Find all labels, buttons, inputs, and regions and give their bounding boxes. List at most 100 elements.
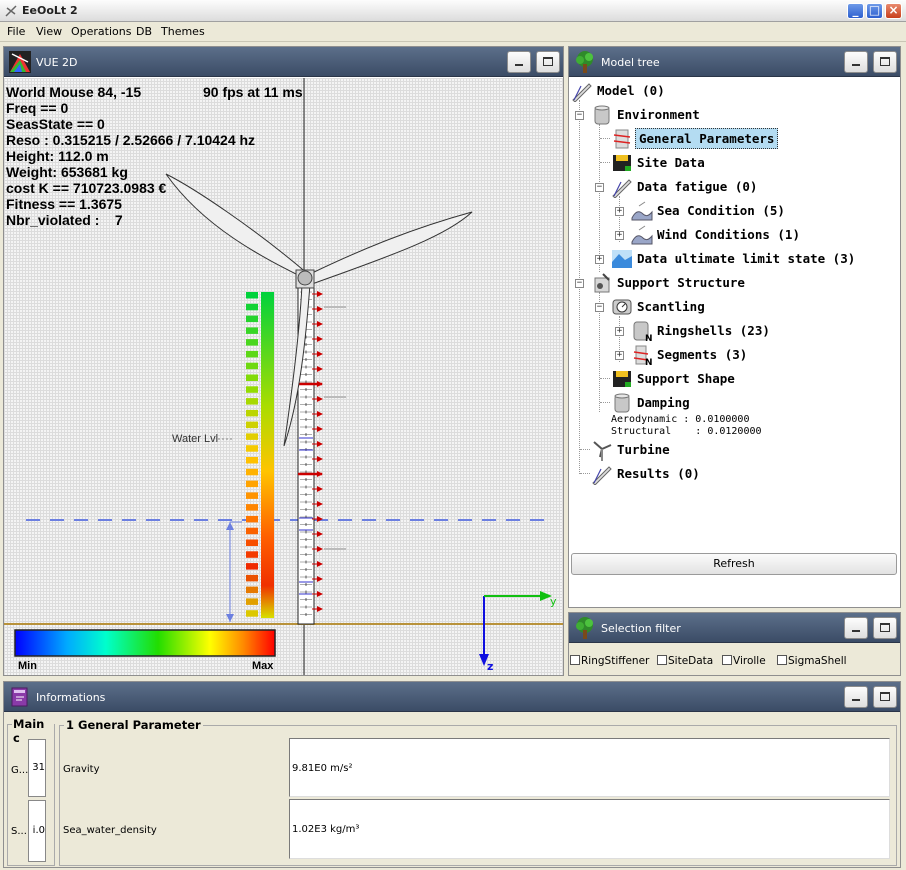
colorbar-cell xyxy=(246,598,258,605)
sea-landscape-icon xyxy=(612,250,632,268)
informations-title: Informations xyxy=(36,691,106,704)
main-row-label: S... xyxy=(11,826,27,837)
colorbar-cell xyxy=(246,292,258,299)
app-icon xyxy=(5,5,17,17)
maximize-button[interactable]: □ xyxy=(866,3,883,19)
damping-structural: Structural : 0.0120000 xyxy=(611,426,762,437)
colorbar-cell xyxy=(246,551,258,558)
expander-support-structure[interactable]: − xyxy=(575,279,584,288)
menu-view[interactable]: View xyxy=(36,25,62,38)
selection-filter-panel: Selection filter RingStiffener SiteData … xyxy=(568,612,901,676)
load-arrows xyxy=(312,291,346,612)
load-arrow-head xyxy=(317,591,323,597)
ruler-icon xyxy=(572,83,592,102)
colorbar-cell xyxy=(246,610,258,617)
tower-annotation xyxy=(324,306,346,308)
load-arrow-head xyxy=(317,306,323,312)
load-arrow-head xyxy=(317,471,323,477)
expander-wind-conditions[interactable]: + xyxy=(615,231,624,240)
refresh-button[interactable]: Refresh xyxy=(571,553,897,575)
model-tree-header: Model tree xyxy=(569,47,900,77)
tree-maximize-button[interactable] xyxy=(873,51,897,73)
wave-icon xyxy=(631,225,653,245)
general-parameter-group: 1 General Parameter Gravity 9.81E0 m/s² … xyxy=(59,718,897,866)
colorbar-cell xyxy=(246,303,258,311)
turbine-icon xyxy=(593,441,612,461)
load-arrow-head xyxy=(317,336,323,342)
selection-filter-header: Selection filter xyxy=(569,613,900,643)
hub xyxy=(297,270,313,286)
menu-themes[interactable]: Themes xyxy=(161,25,205,38)
svg-text:N: N xyxy=(645,358,653,366)
tools-icon xyxy=(594,273,610,293)
axis-z-label: z xyxy=(487,660,493,673)
water-level-label: Water Lvl xyxy=(172,433,218,445)
minimize-button[interactable]: _ xyxy=(847,3,864,19)
load-arrow-head xyxy=(317,381,323,387)
view2d-canvas[interactable]: World Mouse 84, -15 90 fps at 11 ms Freq… xyxy=(4,78,563,675)
param-sea-water-density-value[interactable]: 1.02E3 kg/m³ xyxy=(289,799,890,859)
menu-bar: File View Operations DB Themes xyxy=(0,22,906,42)
menu-db[interactable]: DB xyxy=(136,25,152,38)
info-maximize-button[interactable] xyxy=(873,686,897,708)
general-parameter-group-title: 1 General Parameter xyxy=(64,718,203,732)
filter-sigmashell-checkbox[interactable]: SigmaShell xyxy=(777,655,847,667)
view2d-minimize-button[interactable] xyxy=(507,51,531,73)
turbine-drawing: y z Water Lvl Min Max xyxy=(4,78,563,675)
view2d-header: VUE 2D xyxy=(4,47,563,77)
load-arrow-head xyxy=(317,291,323,297)
view2d-maximize-button[interactable] xyxy=(536,51,560,73)
colorbar-cell xyxy=(246,504,258,511)
view2d-icon xyxy=(9,51,31,73)
expander-scantling[interactable]: − xyxy=(595,303,604,312)
expander-ringshells[interactable]: + xyxy=(615,327,624,336)
filter-maximize-button[interactable] xyxy=(873,617,897,639)
menu-file[interactable]: File xyxy=(7,25,25,38)
colorbar-cell xyxy=(246,315,258,323)
cylinder-icon xyxy=(614,393,630,413)
param-gravity-label: Gravity xyxy=(63,764,100,775)
view2d-panel: VUE 2D World Mouse 84, -15 90 fps at 11 … xyxy=(3,46,564,676)
load-arrow-head xyxy=(317,606,323,612)
main-row-label: G... xyxy=(11,765,29,776)
blade-2 xyxy=(309,211,473,285)
filter-ringstiffener-checkbox[interactable]: RingStiffener xyxy=(570,655,649,667)
expander-data-fatigue[interactable]: − xyxy=(595,183,604,192)
ringshell-icon xyxy=(613,129,631,149)
wave-icon xyxy=(631,201,653,221)
filter-minimize-button[interactable] xyxy=(844,617,868,639)
filter-sitedata-checkbox[interactable]: SiteData xyxy=(657,655,713,667)
load-arrow-head xyxy=(317,396,323,402)
info-minimize-button[interactable] xyxy=(844,686,868,708)
close-button[interactable]: × xyxy=(885,3,902,19)
tree-icon xyxy=(576,51,593,73)
colorbar-cell xyxy=(246,527,258,535)
main-group: Main c G... 31 S... i.0 xyxy=(7,717,55,866)
legend-min-label: Min xyxy=(18,660,37,672)
damping-aerodynamic: Aerodynamic : 0.0100000 xyxy=(611,414,750,425)
gauge-icon xyxy=(612,299,632,315)
main-row-value-field[interactable]: i.0 xyxy=(28,800,46,862)
title-bar: EeOoLt 2 _ □ × xyxy=(0,0,906,22)
colorbar-cell xyxy=(246,586,258,594)
ruler-icon xyxy=(592,466,612,485)
colorbar-cell xyxy=(246,433,258,440)
expander-environment[interactable]: − xyxy=(575,111,584,120)
colorbar-cell xyxy=(246,398,258,405)
window-title: EeOoLt 2 xyxy=(22,4,78,17)
tree-minimize-button[interactable] xyxy=(844,51,868,73)
filter-virolle-checkbox[interactable]: Virolle xyxy=(722,655,766,667)
load-arrow-head xyxy=(317,426,323,432)
load-arrow-head xyxy=(317,321,323,327)
expander-segments[interactable]: + xyxy=(615,351,624,360)
legend-gradient xyxy=(14,629,276,657)
informations-header: Informations xyxy=(4,682,900,712)
main-row-value-field[interactable]: 31 xyxy=(28,739,46,797)
expander-sea-condition[interactable]: + xyxy=(615,207,624,216)
menu-operations[interactable]: Operations xyxy=(71,25,131,38)
model-tree: Model (0) − Environment General Paramete… xyxy=(569,78,900,552)
param-gravity-value[interactable]: 9.81E0 m/s² xyxy=(289,738,890,797)
floppy-icon xyxy=(613,155,631,171)
expander-data-ultimate[interactable]: + xyxy=(595,255,604,264)
segment-n-icon: N xyxy=(633,345,653,366)
